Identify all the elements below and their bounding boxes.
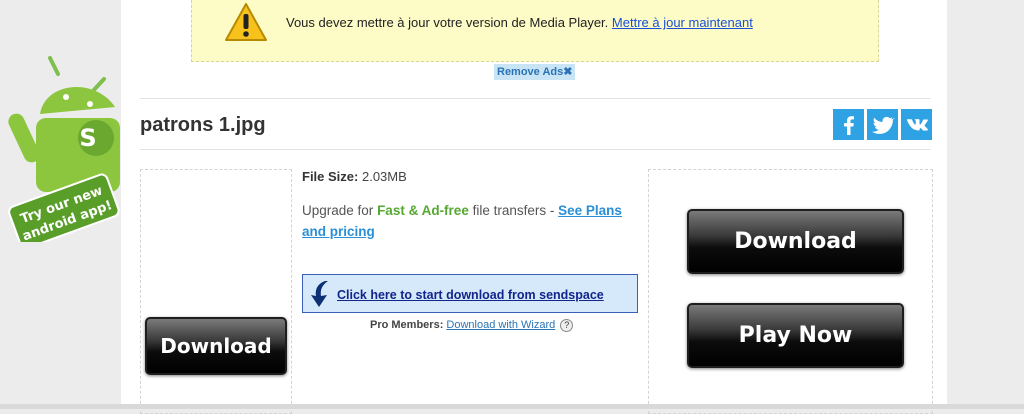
- warning-icon: [225, 3, 267, 41]
- file-size-value: 2.03MB: [361, 169, 407, 184]
- remove-ads-label: Remove Ads: [497, 66, 564, 78]
- main-page: Vous devez mettre à jour votre version d…: [121, 0, 947, 414]
- android-robot-icon: [8, 56, 120, 192]
- facebook-icon: [843, 115, 854, 135]
- twitter-share-button[interactable]: [867, 109, 898, 140]
- file-size-label: File Size:: [302, 169, 359, 184]
- upgrade-highlight: Fast & Ad-free: [377, 203, 469, 218]
- file-size: File Size: 2.03MB: [302, 169, 407, 184]
- download-with-wizard-link[interactable]: Download with Wizard: [446, 319, 555, 331]
- horizontal-scrollbar[interactable]: [0, 404, 1024, 409]
- android-app-promo[interactable]: S Try our new android app!: [0, 52, 125, 242]
- remove-ads-button[interactable]: Remove Ads✖: [494, 64, 576, 80]
- vk-share-button[interactable]: [901, 109, 932, 140]
- pro-members: Pro Members: Download with Wizard ?: [370, 319, 574, 332]
- vk-icon: [906, 118, 928, 131]
- divider: [140, 98, 931, 99]
- divider: [140, 149, 931, 150]
- start-download-link[interactable]: Click here to start download from sendsp…: [337, 288, 604, 302]
- right-ad-box: [648, 169, 933, 414]
- warning-text: Vous devez mettre à jour votre version d…: [286, 15, 753, 30]
- download-arrow-icon: [311, 281, 328, 307]
- play-now-button[interactable]: Play Now: [687, 303, 904, 368]
- update-now-link[interactable]: Mettre à jour maintenant: [612, 15, 753, 30]
- left-ad-box: [140, 169, 292, 414]
- download-button-left[interactable]: Download: [145, 317, 287, 375]
- upgrade-middle: file transfers -: [472, 203, 555, 218]
- close-icon: ✖: [563, 66, 573, 78]
- download-button-right[interactable]: Download: [687, 209, 904, 274]
- warning-banner: Vous devez mettre à jour votre version d…: [191, 0, 879, 62]
- upgrade-prefix: Upgrade for: [302, 203, 374, 218]
- help-icon[interactable]: ?: [560, 319, 574, 332]
- sendspace-badge-letter: S: [79, 124, 96, 152]
- upgrade-text: Upgrade for Fast & Ad-free file transfer…: [302, 200, 642, 242]
- facebook-share-button[interactable]: [833, 109, 864, 140]
- pro-members-label: Pro Members:: [370, 319, 444, 331]
- start-download-link-box[interactable]: Click here to start download from sendsp…: [302, 274, 638, 313]
- warning-message: Vous devez mettre à jour votre version d…: [286, 15, 609, 30]
- file-title: patrons 1.jpg: [140, 114, 266, 136]
- twitter-icon: [871, 116, 895, 134]
